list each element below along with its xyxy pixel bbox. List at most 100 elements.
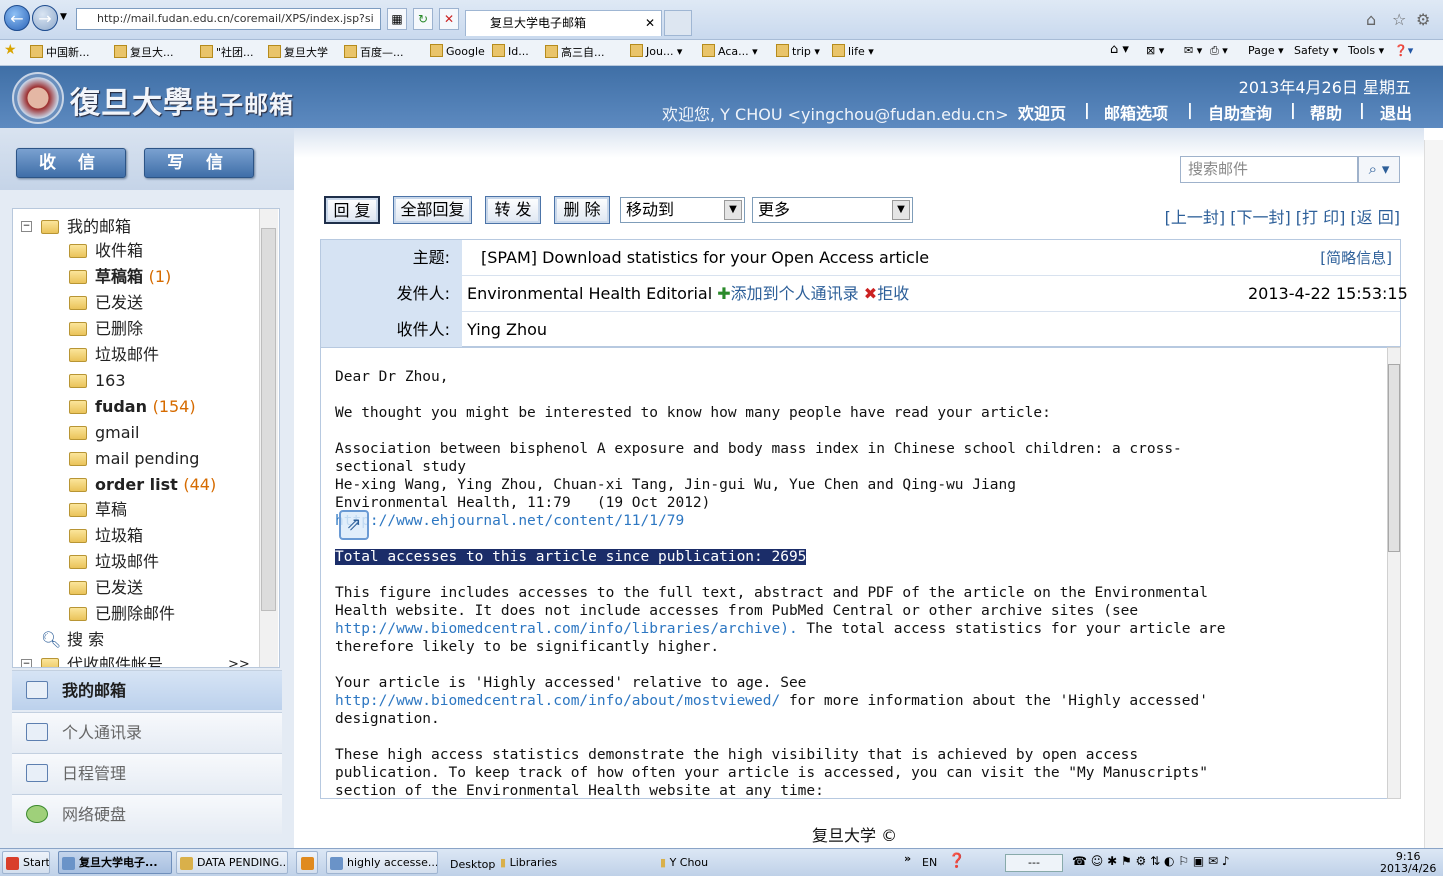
- fav-item[interactable]: Google: [430, 44, 485, 58]
- toolbar-overflow-icon[interactable]: »: [904, 852, 911, 865]
- page-icon: [114, 45, 127, 58]
- move-to-select[interactable]: 移动到 ▼: [620, 197, 745, 223]
- desktop-toolbar[interactable]: Desktop: [450, 858, 495, 871]
- task-media[interactable]: [296, 851, 318, 874]
- clock[interactable]: 9:16 2013/4/26: [1380, 851, 1436, 875]
- tools-menu[interactable]: Tools ▾: [1348, 44, 1384, 57]
- libraries-toolbar[interactable]: ▮ Libraries: [500, 856, 557, 869]
- reject-link[interactable]: 拒收: [877, 284, 909, 303]
- forward-icon[interactable]: →: [32, 5, 58, 31]
- add-contact-link[interactable]: 添加到个人通讯录: [731, 284, 859, 303]
- folder-sent-2[interactable]: 已发送: [69, 577, 143, 599]
- mail-icon[interactable]: ✉ ▾: [1184, 44, 1202, 57]
- task-fudan-mail[interactable]: 复旦大学电子...: [58, 851, 172, 874]
- page-menu[interactable]: Page ▾: [1248, 44, 1284, 57]
- reply-button[interactable]: 回 复: [324, 196, 380, 224]
- tree-proxy-accounts[interactable]: 代收邮件帐号: [41, 654, 163, 667]
- folder-drafts-2[interactable]: 草稿: [69, 499, 127, 521]
- module-netdisk[interactable]: 网络硬盘: [12, 794, 282, 834]
- stop-icon[interactable]: ✕: [439, 8, 459, 30]
- mostviewed-link[interactable]: http://www.biomedcentral.com/info/about/…: [335, 693, 780, 709]
- compat-icon[interactable]: ▦: [387, 8, 407, 30]
- folder-mail-pending[interactable]: mail pending: [69, 448, 199, 470]
- feeds-icon[interactable]: ⊠ ▾: [1146, 44, 1164, 57]
- fav-item[interactable]: 复旦大...: [114, 44, 174, 60]
- fav-item[interactable]: 中国新...: [30, 44, 90, 60]
- folder-deleted-2[interactable]: 已删除邮件: [69, 603, 175, 625]
- new-tab-button[interactable]: [664, 10, 692, 36]
- collapse-icon[interactable]: −: [21, 221, 32, 232]
- favorites-star-icon[interactable]: ★: [4, 42, 17, 58]
- close-tab-icon[interactable]: ✕: [645, 11, 655, 35]
- article-link[interactable]: http://www.ehjournal.net/content/11/1/79: [335, 513, 684, 529]
- folder-order-list[interactable]: order list (44): [69, 474, 216, 496]
- mail-search-input[interactable]: 搜索邮件: [1180, 156, 1358, 183]
- tree-root-mailbox[interactable]: 我的邮箱: [41, 216, 131, 238]
- archive-link[interactable]: http://www.biomedcentral.com/info/librar…: [335, 621, 798, 637]
- help-icon[interactable]: ❓: [948, 853, 965, 869]
- tree-search[interactable]: 🔍︎ 搜 索: [41, 629, 104, 651]
- folder-163[interactable]: 163: [69, 370, 126, 392]
- receive-button[interactable]: 收 信: [16, 148, 126, 178]
- start-button[interactable]: Start: [2, 851, 50, 874]
- folder-sent[interactable]: 已发送: [69, 292, 143, 314]
- fav-item[interactable]: 百度—...: [344, 44, 404, 60]
- proxy-more-link[interactable]: >>: [228, 654, 250, 667]
- folder-spam-2[interactable]: 垃圾邮件: [69, 551, 159, 573]
- brief-info-link[interactable]: [简略信息]: [1320, 240, 1392, 276]
- fav-item[interactable]: "社团...: [200, 44, 254, 60]
- fav-item[interactable]: 高三自...: [545, 44, 605, 60]
- fav-item[interactable]: Id...: [492, 44, 529, 58]
- nav-help[interactable]: 帮助: [1310, 100, 1342, 124]
- task-highly-accessed[interactable]: highly accesse...: [326, 851, 438, 874]
- delete-button[interactable]: 删 除: [554, 196, 610, 224]
- home-icon[interactable]: ⌂: [1366, 10, 1376, 29]
- back-icon[interactable]: ←: [4, 5, 30, 31]
- module-calendar[interactable]: 日程管理: [12, 753, 282, 793]
- safety-menu[interactable]: Safety ▾: [1294, 44, 1338, 57]
- page-scrollbar[interactable]: [1424, 140, 1443, 848]
- nav-mailbox-options[interactable]: 邮箱选项: [1104, 100, 1168, 124]
- folder-inbox[interactable]: 收件箱: [69, 240, 143, 262]
- fav-folder[interactable]: Aca... ▾: [702, 44, 758, 58]
- print-icon[interactable]: ⎙ ▾: [1210, 44, 1228, 58]
- refresh-icon[interactable]: ↻: [413, 8, 433, 30]
- more-select[interactable]: 更多 ▼: [752, 197, 913, 223]
- search-button[interactable]: ⌕ ▾: [1358, 156, 1400, 183]
- favorites-star-icon[interactable]: ☆: [1392, 10, 1406, 29]
- folder-fudan[interactable]: fudan (154): [69, 396, 196, 418]
- collapse-icon[interactable]: −: [21, 659, 32, 667]
- folder-deleted[interactable]: 已删除: [69, 318, 143, 340]
- folder-trash-2[interactable]: 垃圾箱: [69, 525, 143, 547]
- nav-logout[interactable]: 退出: [1380, 100, 1412, 124]
- fav-folder[interactable]: life ▾: [832, 44, 874, 58]
- folder-gmail[interactable]: gmail: [69, 422, 139, 444]
- tray-input-box[interactable]: ---: [1005, 854, 1063, 872]
- nav-welcome[interactable]: 欢迎页: [1018, 100, 1066, 124]
- fav-folder[interactable]: trip ▾: [776, 44, 820, 58]
- fav-folder[interactable]: Jou... ▾: [630, 44, 682, 58]
- fav-item[interactable]: 复旦大学: [268, 44, 328, 60]
- history-dropdown-icon[interactable]: ▼: [60, 12, 67, 22]
- nav-self-service[interactable]: 自助查询: [1208, 100, 1272, 124]
- folder-spam[interactable]: 垃圾邮件: [69, 344, 159, 366]
- message-nav-links[interactable]: [上一封] [下一封] [打 印] [返 回]: [1165, 204, 1400, 228]
- body-scroll-thumb[interactable]: [1388, 364, 1400, 552]
- tray-icons[interactable]: ☎ ☺ ✱ ⚑ ⚙ ⇅ ◐ ⚐ ▣ ✉ ♪: [1072, 854, 1230, 868]
- forward-button[interactable]: 转 发: [485, 196, 541, 224]
- reply-all-button[interactable]: 全部回复: [393, 196, 472, 224]
- home-icon[interactable]: ⌂ ▾: [1110, 42, 1129, 57]
- tab-fudan-mail[interactable]: 复旦大学电子邮箱 ✕: [465, 10, 662, 36]
- user-toolbar[interactable]: ▮ Y Chou: [660, 856, 708, 869]
- module-my-mailbox[interactable]: 我的邮箱: [12, 670, 282, 710]
- help-icon[interactable]: ❓▾: [1394, 44, 1413, 57]
- tree-scroll-thumb[interactable]: [261, 228, 276, 611]
- compose-button[interactable]: 写 信: [144, 148, 254, 178]
- language-indicator[interactable]: EN: [922, 856, 937, 869]
- settings-gear-icon[interactable]: ⚙: [1416, 10, 1430, 29]
- folder-drafts[interactable]: 草稿箱 (1): [69, 266, 171, 288]
- task-data-pending[interactable]: DATA PENDING...: [176, 851, 288, 874]
- address-bar[interactable]: http://mail.fudan.edu.cn/coremail/XPS/in…: [76, 8, 381, 30]
- module-contacts[interactable]: 个人通讯录: [12, 712, 282, 752]
- accelerator-popup-icon[interactable]: ⇗: [339, 510, 369, 540]
